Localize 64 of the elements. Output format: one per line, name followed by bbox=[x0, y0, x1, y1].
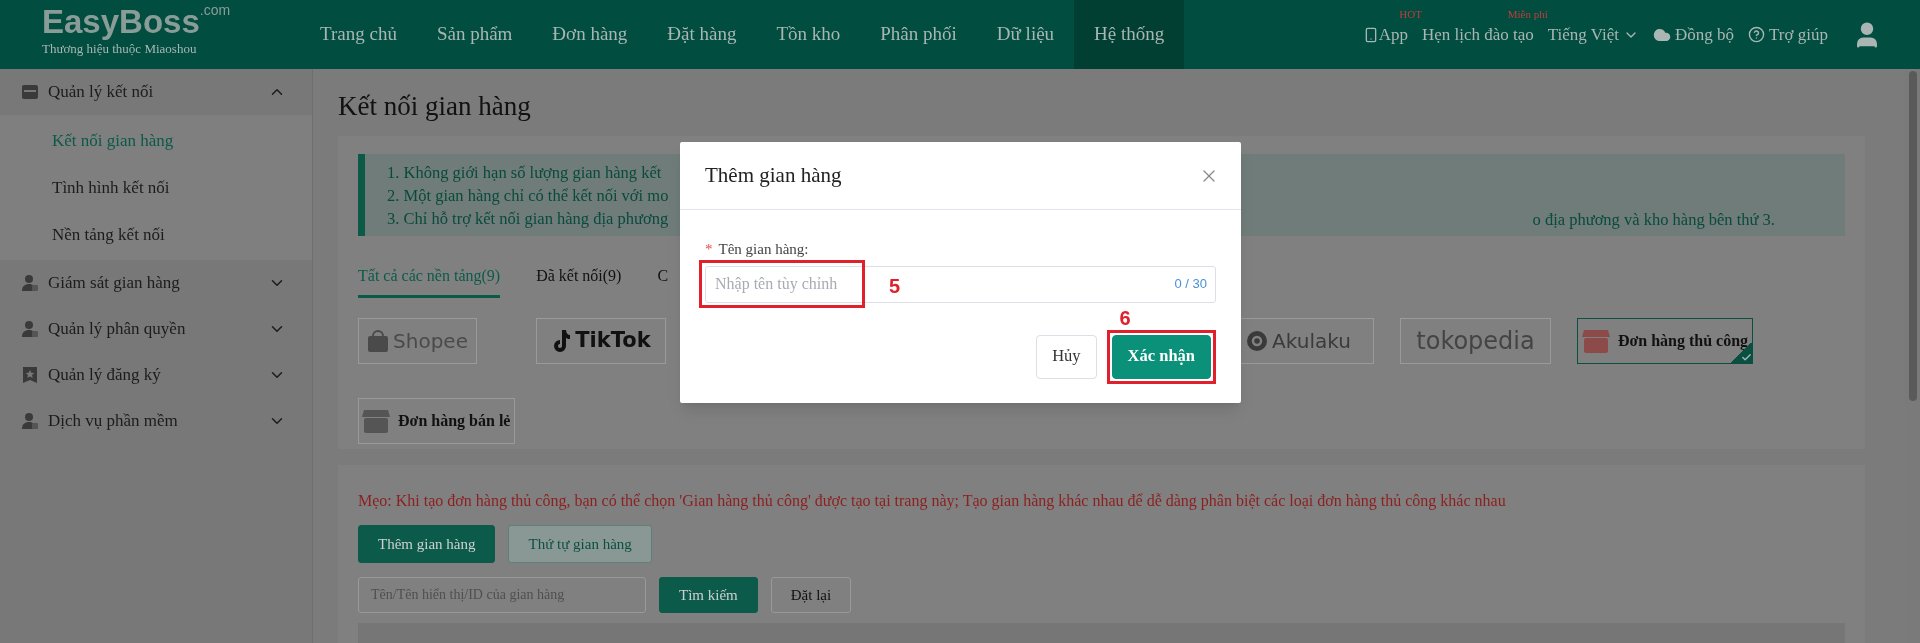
platform-name: Đơn hàng bán lẻ bbox=[398, 411, 511, 432]
sync-button[interactable]: Đồng bộ bbox=[1653, 21, 1735, 48]
music-note-icon bbox=[551, 329, 572, 353]
notice-text: 1. Không giới hạn số lượng gian hàng kết bbox=[387, 162, 662, 184]
help-icon bbox=[1748, 26, 1766, 43]
nav-tab[interactable]: Đặt hàng bbox=[647, 0, 757, 69]
sidebar-section[interactable]: Quản lý đăng ký bbox=[0, 352, 312, 398]
tagline: Thương hiệu thuộc Miaoshou bbox=[42, 41, 198, 57]
sidebar-section[interactable]: Quản lý phân quyền bbox=[0, 306, 312, 352]
dialog-title: Thêm gian hàng bbox=[705, 161, 842, 189]
sidebar-section[interactable]: Dịch vụ phần mềm bbox=[0, 398, 312, 444]
sidebar-section[interactable]: Quản lý kết nối bbox=[0, 69, 312, 115]
nav-tab[interactable]: Trang chủ bbox=[300, 0, 417, 69]
platform-tile[interactable]: TikTok bbox=[536, 318, 666, 364]
person-icon bbox=[21, 274, 39, 292]
dialog-button[interactable]: Hủy bbox=[1036, 334, 1097, 379]
platform-name: Đơn hàng thủ công bbox=[1617, 331, 1749, 352]
platform-name: TikTok bbox=[575, 327, 651, 355]
button[interactable]: Thứ tự gian hàng bbox=[508, 525, 652, 563]
tab[interactable]: Đã kết nối(9) bbox=[536, 264, 622, 298]
bag-icon bbox=[367, 329, 390, 353]
storefront-icon bbox=[1581, 328, 1610, 354]
logo-suffix: .com bbox=[199, 3, 231, 17]
tab[interactable]: C bbox=[657, 264, 669, 298]
app-link[interactable]: App bbox=[1362, 21, 1408, 48]
person-icon bbox=[21, 412, 39, 430]
person-icon bbox=[21, 320, 39, 338]
storefront-icon bbox=[362, 408, 390, 434]
annotation-number: 6 bbox=[1119, 307, 1131, 328]
page-title: Kết nối gian hàng bbox=[338, 90, 532, 123]
nav-tab[interactable]: Phân phối bbox=[860, 0, 977, 69]
help-link[interactable]: Trợ giúp bbox=[1748, 21, 1828, 48]
badge-label: Miễn phí bbox=[1507, 8, 1548, 20]
notice-text: 2. Một gian hàng chỉ có thể kết nối với mo bbox=[387, 185, 669, 207]
notice-text: o địa phương và kho hàng bên thứ 3. bbox=[1532, 209, 1775, 231]
nav-tab[interactable]: Sản phẩm bbox=[416, 0, 533, 69]
tip-text: Mẹo: Khi tạo đơn hàng thủ công, bạn có thể chọn 'Gian hàng thủ công' được tạo tại trang này; Tạo gian hàng khác nhau để dễ dàng phân biệt các loại đơn hàng thủ công khác nhau bbox=[358, 491, 1507, 512]
platform-tile[interactable]: Đơn hàng bán lẻ bbox=[358, 398, 515, 444]
sidebar-item[interactable]: Tình hình kết nối bbox=[0, 164, 312, 211]
language-select[interactable]: Tiếng Việt bbox=[1547, 21, 1640, 48]
annotation-number: 5 bbox=[889, 275, 901, 296]
notice-text: 3. Chỉ hỗ trợ kết nối gian hàng địa phương bbox=[387, 208, 669, 230]
nav-tab[interactable]: Hệ thống bbox=[1074, 0, 1185, 69]
button[interactable]: Thêm gian hàng bbox=[358, 525, 496, 563]
platform-name: Akulaku bbox=[1272, 328, 1351, 355]
training-link[interactable]: Hẹn lịch đào tạo bbox=[1421, 24, 1534, 44]
required-mark: * bbox=[705, 240, 713, 259]
badge-label: HOT bbox=[1399, 8, 1422, 20]
nav-tab[interactable]: Tồn kho bbox=[756, 0, 861, 69]
character-counter: 0 / 30 bbox=[1174, 276, 1207, 290]
button[interactable]: Đặt lại bbox=[770, 577, 852, 613]
nav-tab[interactable]: Dữ liệu bbox=[976, 0, 1075, 69]
platform-tile[interactable]: Đơn hàng thủ công bbox=[1577, 318, 1753, 364]
platform-name: tokopedia bbox=[1416, 326, 1535, 357]
sidebar-section[interactable]: Giám sát gian hàng bbox=[0, 260, 312, 306]
nav-tab[interactable]: Đơn hàng bbox=[532, 0, 648, 69]
dialog-button[interactable]: Xác nhận bbox=[1111, 334, 1211, 379]
field-label: Tên gian hàng: bbox=[718, 240, 809, 259]
button[interactable]: Tìm kiếm bbox=[659, 577, 758, 613]
star-icon bbox=[21, 366, 39, 384]
sidebar-item[interactable]: Nền tảng kết nối bbox=[0, 211, 312, 258]
logo: EasyBoss bbox=[42, 3, 200, 41]
circle-a-icon bbox=[1246, 330, 1269, 352]
platform-tile[interactable]: tokopedia bbox=[1400, 318, 1551, 364]
